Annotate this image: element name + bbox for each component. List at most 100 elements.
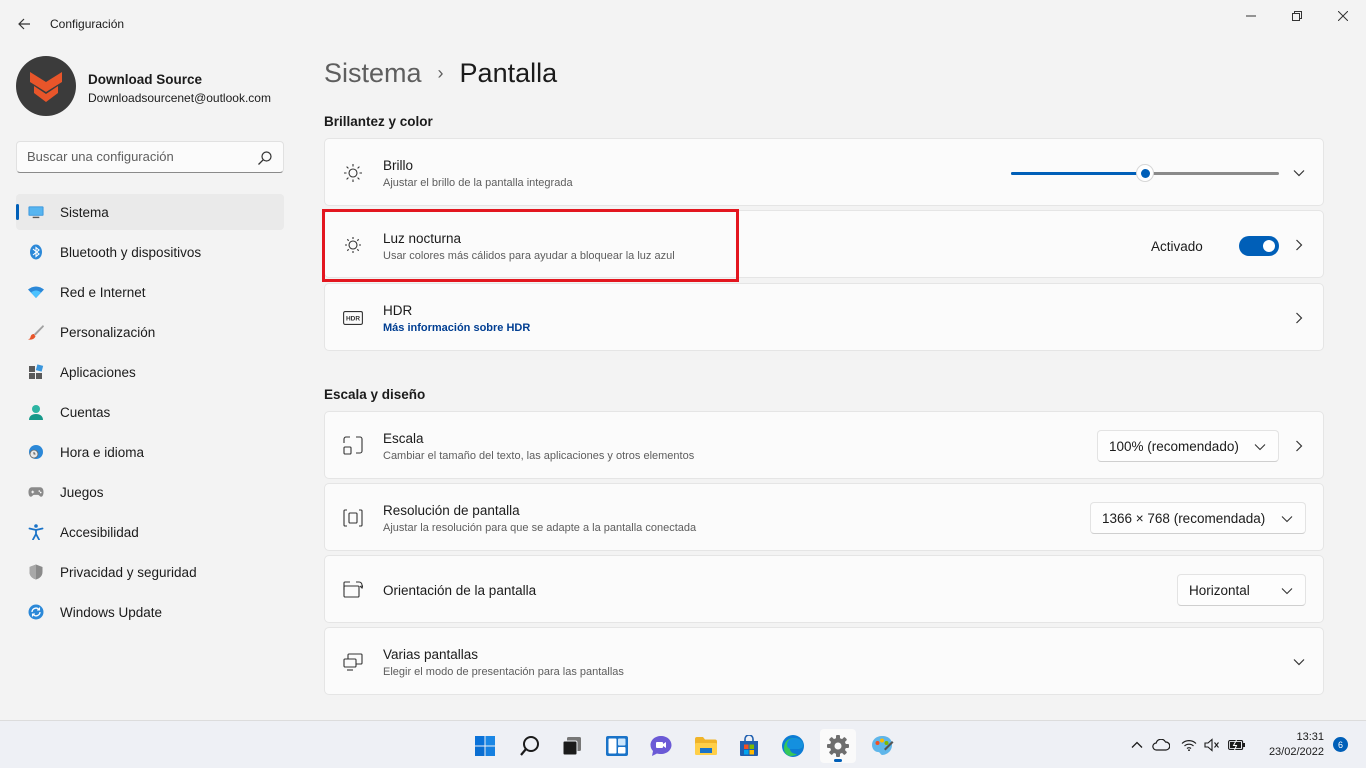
- sidebar-item-hora-idioma[interactable]: Hora e idioma: [16, 434, 284, 470]
- sidebar-item-juegos[interactable]: Juegos: [16, 474, 284, 510]
- sidebar-item-accesibilidad[interactable]: Accesibilidad: [16, 514, 284, 550]
- hdr-info-link[interactable]: Más información sobre HDR: [383, 322, 530, 334]
- resolution-subtitle: Ajustar la resolución para que se adapte…: [383, 522, 697, 534]
- settings-icon: [827, 735, 849, 757]
- resolution-dropdown[interactable]: 1366 × 768 (recomendada): [1090, 502, 1306, 534]
- scale-subtitle: Cambiar el tamaño del texto, las aplicac…: [383, 450, 695, 462]
- restore-button[interactable]: [1274, 0, 1320, 32]
- orientation-dropdown[interactable]: Horizontal: [1177, 574, 1306, 606]
- sidebar-item-label: Windows Update: [60, 604, 163, 620]
- show-hidden-icons-button[interactable]: [1127, 735, 1147, 755]
- sidebar-item-red-internet[interactable]: Red e Internet: [16, 274, 284, 310]
- user-profile[interactable]: Download Source Downloadsourcenet@outloo…: [16, 56, 296, 120]
- multiple-displays-subtitle: Elegir el modo de presentación para las …: [383, 666, 624, 678]
- chevron-right-icon: [1296, 312, 1303, 324]
- sidebar-item-windows-update[interactable]: Windows Update: [16, 594, 284, 630]
- multiple-displays-title: Varias pantallas: [383, 647, 479, 662]
- sidebar-item-label: Hora e idioma: [60, 444, 145, 460]
- apps-icon: [28, 364, 44, 380]
- store-button[interactable]: [731, 729, 767, 763]
- chat-button[interactable]: [643, 729, 679, 763]
- search-icon[interactable]: [257, 150, 273, 166]
- section-title-brightness-color: Brillantez y color: [324, 114, 433, 129]
- scale-open-button[interactable]: [1291, 438, 1307, 454]
- search-icon: [520, 736, 539, 756]
- sidebar-item-label: Red e Internet: [60, 284, 146, 300]
- sidebar-item-cuentas[interactable]: Cuentas: [16, 394, 284, 430]
- back-button[interactable]: [12, 12, 36, 36]
- section-title-scale-layout: Escala y diseño: [324, 387, 426, 402]
- paint-button[interactable]: [864, 729, 900, 763]
- chevron-down-icon: [1293, 170, 1305, 177]
- brightness-slider-thumb[interactable]: [1136, 164, 1154, 182]
- chevron-down-icon: [1281, 588, 1293, 595]
- expand-multiple-displays-button[interactable]: [1291, 654, 1307, 670]
- battery-tray-button[interactable]: [1227, 735, 1247, 755]
- bluetooth-icon: [28, 244, 44, 260]
- wifi-icon: [1181, 740, 1197, 751]
- sidebar-item-privacidad[interactable]: Privacidad y seguridad: [16, 554, 284, 590]
- sidebar-item-bluetooth[interactable]: Bluetooth y dispositivos: [16, 234, 284, 270]
- widgets-button[interactable]: [599, 729, 635, 763]
- hdr-card[interactable]: HDR HDR Más información sobre HDR: [324, 283, 1324, 351]
- orientation-card: Orientación de la pantalla: [324, 555, 1324, 623]
- scale-title: Escala: [383, 431, 424, 446]
- scale-dropdown[interactable]: 100% (recomendado): [1097, 430, 1279, 462]
- search-box[interactable]: [16, 141, 284, 173]
- volume-muted-icon: [1204, 738, 1219, 752]
- sidebar-item-sistema[interactable]: Sistema: [16, 194, 284, 230]
- system-icon: [28, 204, 44, 220]
- accessibility-icon: [28, 524, 44, 540]
- search-input[interactable]: [27, 149, 247, 164]
- download-source-logo-icon: [30, 72, 62, 102]
- file-explorer-button[interactable]: [688, 729, 724, 763]
- close-button[interactable]: [1320, 0, 1366, 32]
- edge-icon: [782, 735, 804, 757]
- notification-badge[interactable]: 6: [1333, 737, 1348, 752]
- brightness-sun-icon: [343, 163, 363, 183]
- hdr-icon: HDR: [343, 308, 363, 328]
- resolution-value: 1366 × 768 (recomendada): [1102, 511, 1266, 526]
- avatar: [16, 56, 76, 116]
- taskbar-clock[interactable]: 13:31 23/02/2022: [1258, 730, 1324, 760]
- network-tray-button[interactable]: [1179, 735, 1199, 755]
- task-view-icon: [562, 737, 581, 756]
- start-button[interactable]: [467, 729, 503, 763]
- sidebar-item-label: Sistema: [60, 204, 109, 220]
- multiple-displays-card[interactable]: Varias pantallas Elegir el modo de prese…: [324, 627, 1324, 695]
- close-icon: [1338, 11, 1348, 21]
- task-view-button[interactable]: [554, 729, 590, 763]
- brush-icon: [28, 324, 44, 340]
- chat-icon: [650, 736, 672, 756]
- onedrive-tray-button[interactable]: [1151, 735, 1171, 755]
- resolution-title: Resolución de pantalla: [383, 503, 520, 518]
- volume-tray-button[interactable]: [1202, 735, 1222, 755]
- sidebar-item-aplicaciones[interactable]: Aplicaciones: [16, 354, 284, 390]
- window-title: Configuración: [50, 17, 125, 31]
- minimize-button[interactable]: [1228, 0, 1274, 32]
- sidebar-item-personalizacion[interactable]: Personalización: [16, 314, 284, 350]
- back-arrow-icon: [18, 18, 30, 30]
- chevron-down-icon: [1281, 516, 1293, 523]
- scale-icon: [343, 436, 363, 456]
- page-title: Pantalla: [459, 58, 558, 88]
- night-light-toggle[interactable]: [1239, 236, 1279, 256]
- night-light-open-button[interactable]: [1291, 237, 1307, 253]
- breadcrumb-parent[interactable]: Sistema: [324, 58, 422, 89]
- expand-brightness-button[interactable]: [1291, 165, 1307, 181]
- cloud-icon: [1152, 739, 1170, 751]
- settings-taskbar-button[interactable]: [820, 729, 856, 763]
- start-icon: [475, 736, 495, 756]
- widgets-icon: [606, 736, 628, 756]
- profile-name: Download Source: [88, 72, 203, 87]
- edge-button[interactable]: [775, 729, 811, 763]
- taskbar-search-button[interactable]: [512, 729, 548, 763]
- sidebar-item-label: Aplicaciones: [60, 364, 136, 380]
- hdr-icon-label: HDR: [346, 316, 360, 323]
- chevron-down-icon: [1293, 659, 1305, 666]
- brightness-slider[interactable]: [1011, 164, 1279, 182]
- hdr-open-button[interactable]: [1291, 310, 1307, 326]
- file-explorer-icon: [695, 737, 717, 755]
- night-light-icon: [343, 235, 363, 255]
- sidebar-item-label: Personalización: [60, 324, 156, 340]
